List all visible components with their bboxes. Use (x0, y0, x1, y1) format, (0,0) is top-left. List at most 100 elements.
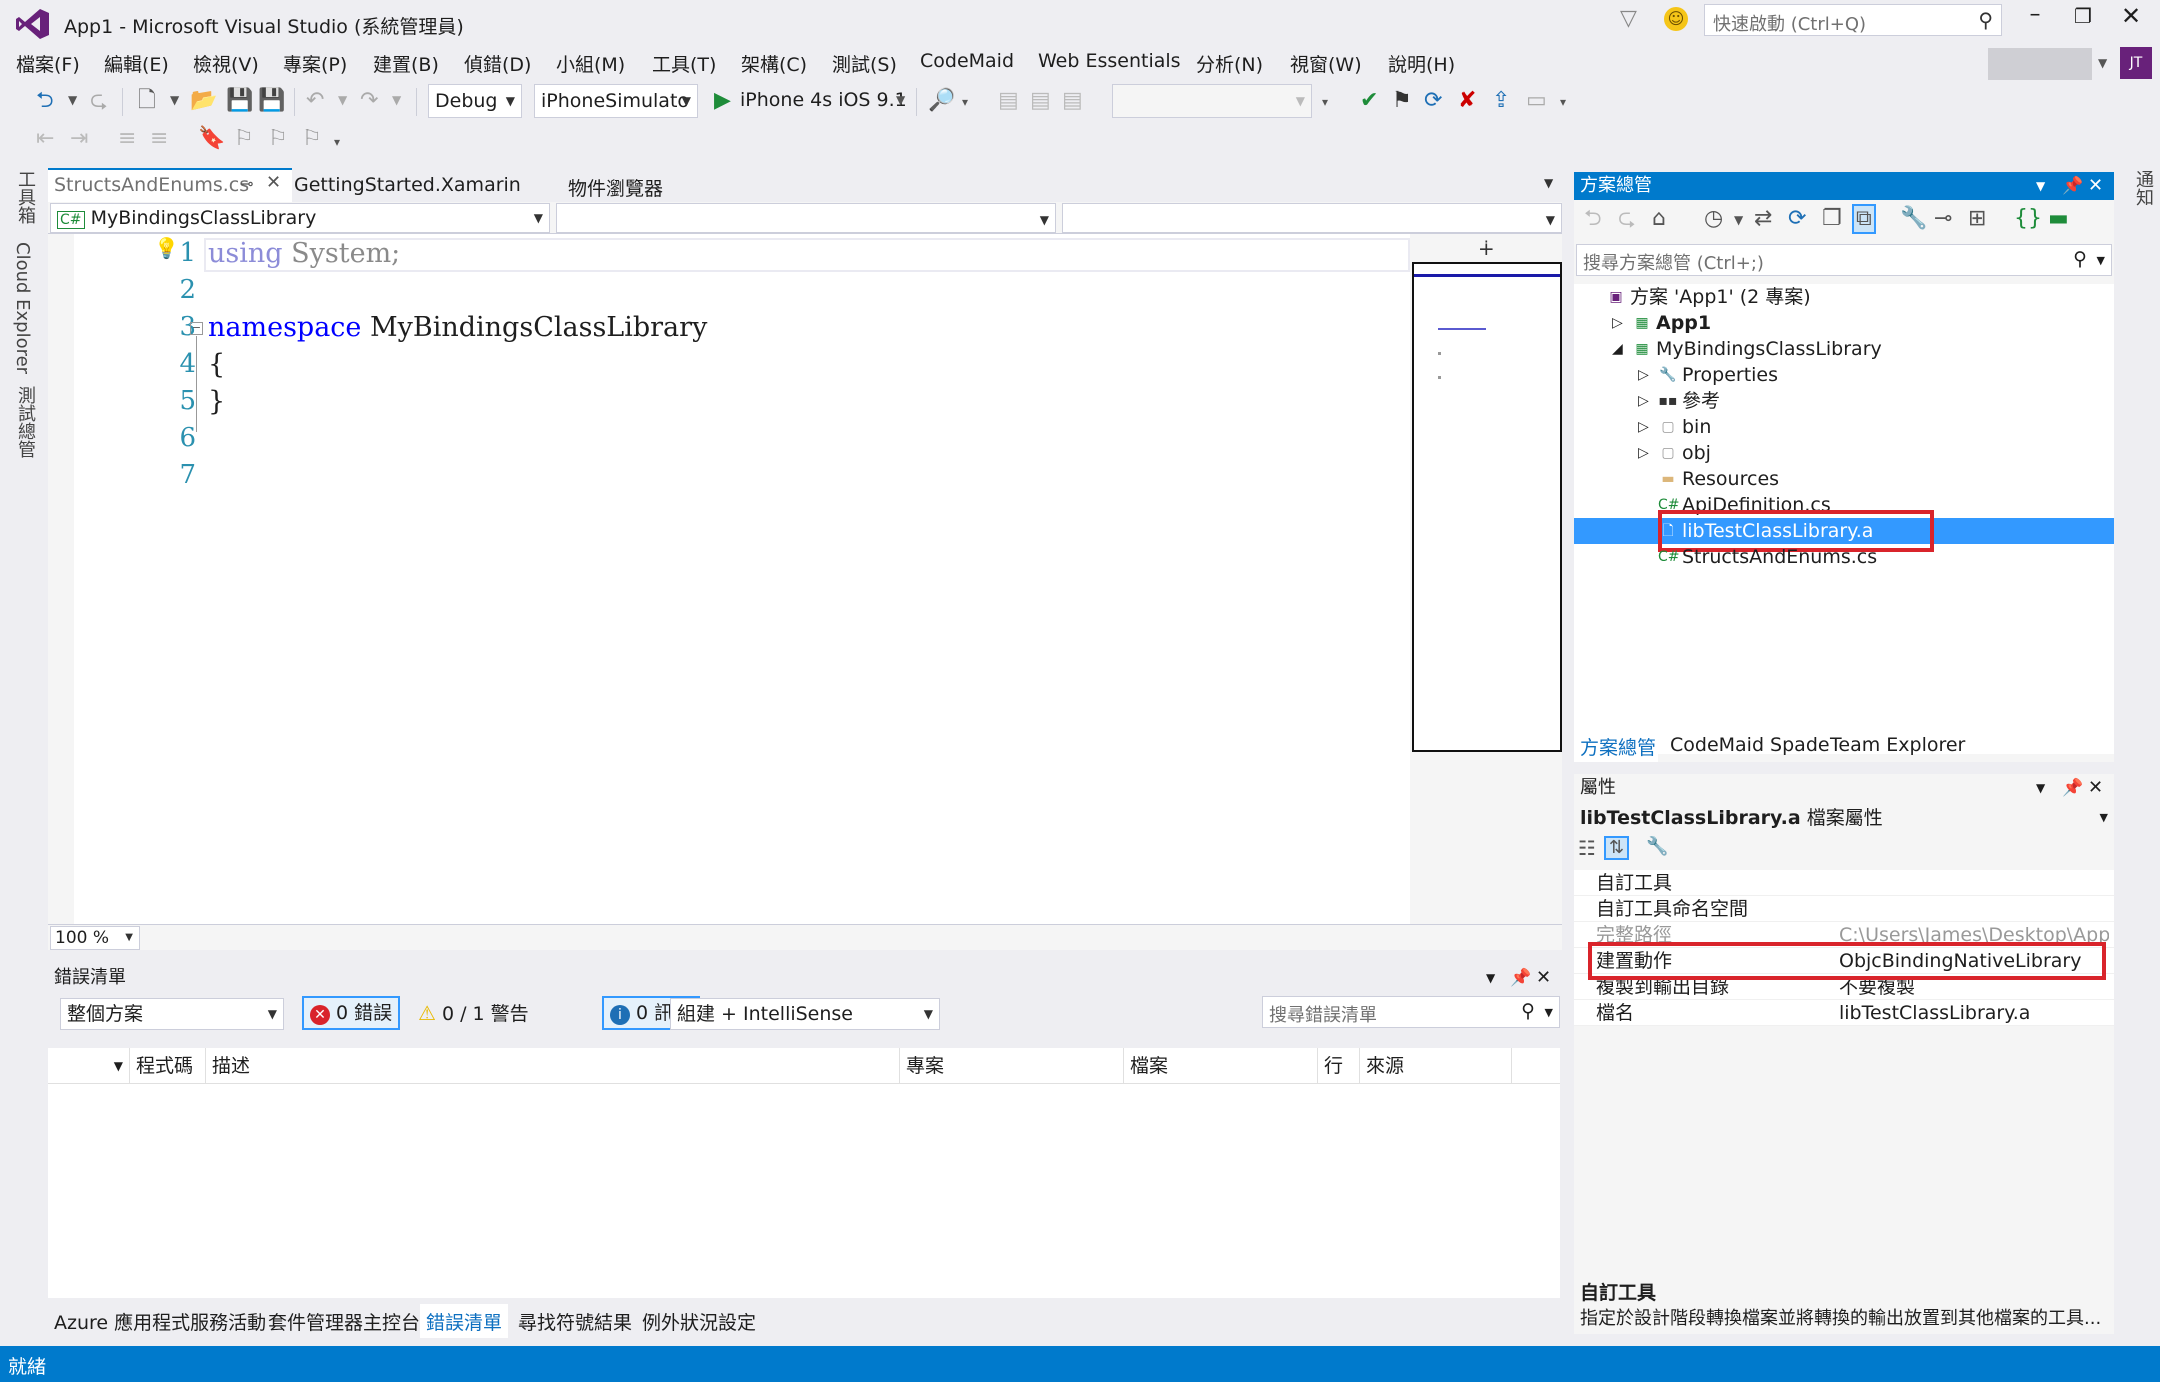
menu-help[interactable]: 說明(H) (1388, 50, 1455, 77)
indent-icon[interactable]: ⇥ (70, 128, 88, 150)
panel-pin-icon[interactable]: 📌 (1510, 964, 1531, 992)
tree-item[interactable]: ▣ 方案 'App1' (2 專案) (1574, 284, 2114, 310)
tree-item[interactable]: ▷ ▢ bin (1574, 414, 2114, 440)
class-view-icon[interactable]: ⊞ (1968, 208, 1986, 230)
zoom-select[interactable]: 100 % ▼ (50, 926, 140, 950)
back-icon[interactable]: ⮌ (1584, 208, 1602, 230)
test-explorer-tab[interactable]: 測試總管 (12, 386, 38, 458)
tree-item[interactable]: ▬ Resources (1574, 466, 2114, 492)
pending-dropdown-icon[interactable]: ▼ (1734, 214, 1743, 226)
platform-select[interactable]: iPhoneSimulato ▼ (534, 84, 698, 118)
minimize-button[interactable]: – (2020, 4, 2050, 26)
collapsed-arrow-icon[interactable]: ▷ (1638, 440, 1649, 466)
collapsed-arrow-icon[interactable]: ▷ (1612, 310, 1623, 336)
column-code[interactable]: 程式碼 (130, 1048, 206, 1084)
code-editor[interactable]: 💡 1 2 3 4 5 6 7 using System; − namespac… (48, 234, 1410, 924)
uncomment-icon[interactable]: ▤ (1030, 90, 1051, 112)
toolbar-overflow-4-icon[interactable]: ▾ (334, 136, 340, 148)
scroll-thumb[interactable] (1412, 262, 1562, 752)
column-description[interactable]: 描述 (206, 1048, 900, 1084)
property-row[interactable]: 檔名 libTestClassLibrary.a (1574, 1000, 2114, 1026)
toolbar-overflow-3-icon[interactable]: ▾ (1560, 96, 1566, 108)
new-project-icon[interactable]: 🗋 (138, 90, 156, 112)
tab-overflow-icon[interactable]: ▼ (1544, 176, 1553, 190)
run-target-button[interactable]: iPhone 4s iOS 9.1 (740, 89, 907, 111)
menu-build[interactable]: 建置(B) (373, 50, 439, 77)
panel-close-icon[interactable]: ✕ (2088, 172, 2103, 200)
error-search-input[interactable]: 搜尋錯誤清單 ⚲ ▼ (1262, 996, 1560, 1028)
properties-icon[interactable]: 🔧 (1900, 208, 1927, 230)
menu-web-essentials[interactable]: Web Essentials (1038, 50, 1181, 72)
collapse-toggle-icon[interactable]: − (190, 322, 203, 335)
avatar[interactable]: JT (2120, 47, 2152, 79)
account-dropdown-icon[interactable]: ▼ (2098, 56, 2107, 70)
tree-item[interactable]: 🗋 libTestClassLibrary.a (1574, 510, 2114, 552)
collapsed-arrow-icon[interactable]: ▷ (1638, 414, 1649, 440)
sync-icon[interactable]: ⇄ (1754, 208, 1772, 230)
redo-dropdown-icon[interactable]: ▼ (392, 94, 401, 106)
menu-edit[interactable]: 編輯(E) (104, 50, 169, 77)
panel-pin-icon[interactable]: 📌 (2062, 774, 2083, 802)
column-source[interactable]: 來源 (1360, 1048, 1512, 1084)
validate-icon[interactable]: ✔ (1360, 90, 1378, 112)
undo-dropdown-icon[interactable]: ▼ (338, 94, 347, 106)
start-debug-icon[interactable]: ▶ (714, 90, 731, 112)
warnings-filter-button[interactable]: ⚠ 0 / 1 警告 (412, 996, 582, 1030)
outdent-icon[interactable]: ⇤ (36, 128, 54, 150)
codemaid-collapse-icon[interactable]: ▬ (2048, 208, 2069, 230)
save-all-icon[interactable]: 💾 (258, 90, 285, 112)
back-icon[interactable]: ⮌ (36, 90, 54, 112)
clear-bookmarks-icon[interactable]: ⚐ (302, 128, 322, 150)
menu-architecture[interactable]: 架構(C) (741, 50, 807, 77)
property-object-select[interactable]: libTestClassLibrary.a 檔案屬性 ▼ (1574, 804, 2114, 832)
filter-icon[interactable]: ▽ (1620, 8, 1637, 30)
tab-azure-activity[interactable]: Azure 應用程式服務活動 (54, 1308, 266, 1335)
scope-select[interactable]: 整個方案 ▼ (60, 998, 284, 1030)
project-nav-select[interactable]: C# MyBindingsClassLibrary ▼ (50, 203, 550, 233)
back-dropdown-icon[interactable]: ▼ (68, 94, 77, 106)
undo-icon[interactable]: ↶ (306, 90, 324, 112)
forward-icon[interactable]: ⮎ (90, 90, 108, 112)
toolbox-tab[interactable]: 工具箱 (12, 170, 38, 224)
panel-dropdown-icon[interactable]: ▼ (2036, 172, 2045, 200)
source-filter-select[interactable]: 組建 + IntelliSense ▼ (670, 998, 940, 1030)
refresh-icon[interactable]: ⟳ (1788, 208, 1806, 230)
panel-close-icon[interactable]: ✕ (1536, 964, 1551, 992)
account-name-placeholder[interactable] (1988, 48, 2092, 80)
tab-solution-explorer[interactable]: 方案總管 (1574, 730, 1658, 762)
preview-icon[interactable]: ⊸ (1934, 208, 1952, 230)
refresh-connection-icon[interactable]: ⟳ (1424, 90, 1442, 112)
tree-item[interactable]: ◢ ▦ MyBindingsClassLibrary (1574, 336, 2114, 362)
column-line[interactable]: 行 (1318, 1048, 1360, 1084)
solution-search-input[interactable]: 搜尋方案總管 (Ctrl+;) ⚲ ▼ (1576, 244, 2112, 276)
redo-icon[interactable]: ↷ (360, 90, 378, 112)
menu-debug[interactable]: 偵錯(D) (464, 50, 531, 77)
tree-item[interactable]: ▷ 🔧 Properties (1574, 362, 2114, 388)
new-dropdown-icon[interactable]: ▼ (170, 94, 179, 106)
menu-window[interactable]: 視窗(W) (1290, 50, 1362, 77)
feedback-smiley-icon[interactable]: ☺ (1664, 7, 1688, 31)
tab-getting-started[interactable]: GettingStarted.Xamarin (294, 174, 521, 196)
tab-object-browser[interactable]: 物件瀏覽器 (568, 174, 663, 201)
quick-launch-input[interactable]: 快速啟動 (Ctrl+Q) ⚲ (1704, 4, 2002, 36)
home-icon[interactable]: ⌂ (1652, 208, 1666, 230)
menu-view[interactable]: 檢視(V) (193, 50, 259, 77)
tree-item[interactable]: ▷ ▪▪ 參考 (1574, 388, 2114, 414)
next-bookmark-icon[interactable]: ⚐ (268, 128, 288, 150)
save-icon[interactable]: 💾 (226, 90, 253, 112)
property-value[interactable]: libTestClassLibrary.a (1839, 1000, 2109, 1026)
collapse-all-icon[interactable]: ❐ (1822, 208, 1842, 230)
pending-changes-icon[interactable]: ◷ (1704, 208, 1723, 230)
search-options-icon[interactable]: ▼ (1545, 1006, 1553, 1019)
split-editor-icon[interactable]: ∔ (1478, 236, 1495, 260)
publish-icon[interactable]: ⇪ (1492, 90, 1510, 112)
notifications-tab[interactable]: 通知 (2130, 170, 2156, 206)
tab-error-list[interactable]: 錯誤清單 (420, 1304, 508, 1338)
panel-close-icon[interactable]: ✕ (2088, 774, 2103, 802)
search-options-icon[interactable]: ▼ (2097, 254, 2105, 267)
tree-item[interactable]: ▷ ▦ App1 (1574, 310, 2114, 336)
tab-team-explorer[interactable]: Team Explorer (1830, 734, 1965, 756)
format-icon[interactable]: ▤ (1062, 90, 1083, 112)
property-pages-icon[interactable]: 🔧 (1646, 838, 1668, 856)
comment-lines-icon[interactable]: ≡ (118, 128, 136, 150)
